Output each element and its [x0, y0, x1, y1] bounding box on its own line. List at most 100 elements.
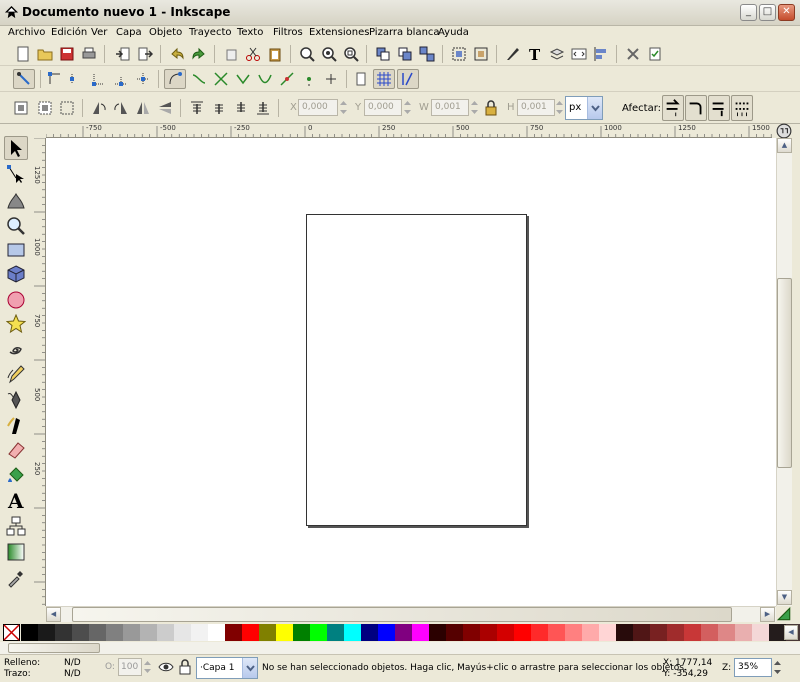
drawing-canvas[interactable]	[46, 138, 776, 606]
snap-rotation-icon[interactable]	[322, 70, 340, 88]
eye-visibility-icon[interactable]	[158, 659, 174, 675]
x-field[interactable]: 0,000	[298, 99, 338, 116]
zoom-drawing-icon[interactable]	[320, 45, 338, 63]
horizontal-scroll-thumb[interactable]	[72, 607, 732, 622]
raise-icon[interactable]	[210, 99, 228, 117]
affect-patterns-button[interactable]	[731, 95, 753, 121]
color-swatch[interactable]	[412, 624, 429, 641]
layer-lock-icon[interactable]	[177, 659, 193, 675]
color-swatch[interactable]	[514, 624, 531, 641]
rotate-ccw-icon[interactable]	[90, 99, 108, 117]
stroke-value[interactable]: N/D	[64, 669, 81, 679]
deselect-icon[interactable]	[58, 99, 76, 117]
selector-tool-icon[interactable]	[4, 136, 28, 160]
horizontal-scrollbar[interactable]: ◀ ▶	[46, 606, 776, 622]
color-swatch[interactable]	[752, 624, 769, 641]
color-swatch[interactable]	[55, 624, 72, 641]
new-doc-icon[interactable]	[14, 45, 32, 63]
cut-icon[interactable]	[244, 45, 262, 63]
snap-page-icon[interactable]	[352, 70, 370, 88]
star-tool-icon[interactable]	[4, 312, 28, 336]
flip-vertical-icon[interactable]	[156, 99, 174, 117]
color-manage-icon[interactable]	[776, 606, 792, 622]
vertical-scroll-thumb[interactable]	[777, 278, 792, 468]
horizontal-ruler[interactable]: -750 -500 -250 0 250 500 750 1000 1250 1…	[46, 124, 772, 138]
h-field[interactable]: 0,001	[517, 99, 555, 116]
color-swatch[interactable]	[378, 624, 395, 641]
snap-grid-icon[interactable]	[373, 69, 395, 89]
pencil-tool-icon[interactable]	[4, 362, 28, 386]
color-swatch[interactable]	[242, 624, 259, 641]
redo-icon[interactable]	[190, 45, 208, 63]
ellipse-tool-icon[interactable]	[4, 288, 28, 312]
zoom-page-icon[interactable]	[342, 45, 360, 63]
color-swatch[interactable]	[395, 624, 412, 641]
affect-gradients-button[interactable]	[708, 95, 730, 121]
color-swatch[interactable]	[497, 624, 514, 641]
color-swatch[interactable]	[633, 624, 650, 641]
text-font-icon[interactable]: T	[526, 45, 544, 63]
clone-icon[interactable]	[374, 45, 392, 63]
color-swatch[interactable]	[650, 624, 667, 641]
color-swatch[interactable]	[225, 624, 242, 641]
scroll-down-button[interactable]: ▼	[777, 590, 792, 605]
color-swatch[interactable]	[208, 624, 225, 641]
color-swatch[interactable]	[718, 624, 735, 641]
open-icon[interactable]	[36, 45, 54, 63]
color-swatch[interactable]	[191, 624, 208, 641]
color-swatch[interactable]	[38, 624, 55, 641]
fill-value[interactable]: N/D	[64, 658, 81, 668]
menu-archivo[interactable]: Archivo	[8, 27, 45, 38]
scroll-up-button[interactable]: ▲	[777, 138, 792, 153]
group-objects-icon[interactable]	[450, 45, 468, 63]
menu-ayuda[interactable]: Ayuda	[438, 27, 469, 38]
color-swatch[interactable]	[106, 624, 123, 641]
text-tool-icon[interactable]: A	[4, 488, 28, 512]
color-swatch[interactable]	[293, 624, 310, 641]
color-swatch[interactable]	[548, 624, 565, 641]
raise-to-top-icon[interactable]	[188, 99, 206, 117]
lower-icon[interactable]	[232, 99, 250, 117]
scroll-left-button[interactable]: ◀	[46, 607, 61, 622]
maximize-button[interactable]: □	[759, 4, 776, 21]
undo-icon[interactable]	[168, 45, 186, 63]
xml-editor-icon[interactable]	[570, 45, 588, 63]
eraser-tool-icon[interactable]	[4, 438, 28, 462]
layer-select[interactable]: ·Capa 1	[196, 657, 258, 679]
preferences-icon[interactable]	[624, 45, 642, 63]
w-spin-arrows-icon[interactable]	[470, 99, 479, 116]
palette-scroll-thumb[interactable]	[8, 643, 100, 653]
color-swatch[interactable]	[276, 624, 293, 641]
zoom-field[interactable]: 35%	[734, 658, 772, 677]
group-icon[interactable]	[396, 45, 414, 63]
y-spin-arrows-icon[interactable]	[403, 99, 412, 116]
color-swatch[interactable]	[310, 624, 327, 641]
zoom-correction-icon[interactable]	[776, 123, 792, 139]
layers-icon[interactable]	[548, 45, 566, 63]
color-swatch[interactable]	[616, 624, 633, 641]
affect-rounded-corners-button[interactable]	[685, 95, 707, 121]
calligraphy-tool-icon[interactable]	[4, 414, 28, 438]
w-field[interactable]: 0,001	[431, 99, 469, 116]
color-swatch[interactable]	[480, 624, 497, 641]
color-swatch[interactable]	[157, 624, 174, 641]
y-field[interactable]: 0,000	[364, 99, 402, 116]
snap-midpoints-icon[interactable]	[112, 70, 130, 88]
color-swatch[interactable]	[344, 624, 361, 641]
color-swatch[interactable]	[174, 624, 191, 641]
spiral-tool-icon[interactable]	[4, 338, 28, 362]
menu-extensiones[interactable]: Extensiones	[309, 27, 369, 38]
gradient-tool-icon[interactable]	[4, 540, 28, 564]
snap-center-icon[interactable]	[134, 70, 152, 88]
opacity-field[interactable]: 100	[118, 658, 142, 676]
snap-smooth-icon[interactable]	[256, 70, 274, 88]
zoom-tool-icon[interactable]	[4, 214, 28, 238]
import-icon[interactable]	[114, 45, 132, 63]
lock-icon[interactable]	[482, 99, 500, 117]
color-swatch[interactable]	[446, 624, 463, 641]
color-swatch[interactable]	[72, 624, 89, 641]
connector-tool-icon[interactable]	[4, 514, 28, 538]
color-swatch[interactable]	[259, 624, 276, 641]
document-properties-icon[interactable]	[646, 45, 664, 63]
color-swatch[interactable]	[89, 624, 106, 641]
